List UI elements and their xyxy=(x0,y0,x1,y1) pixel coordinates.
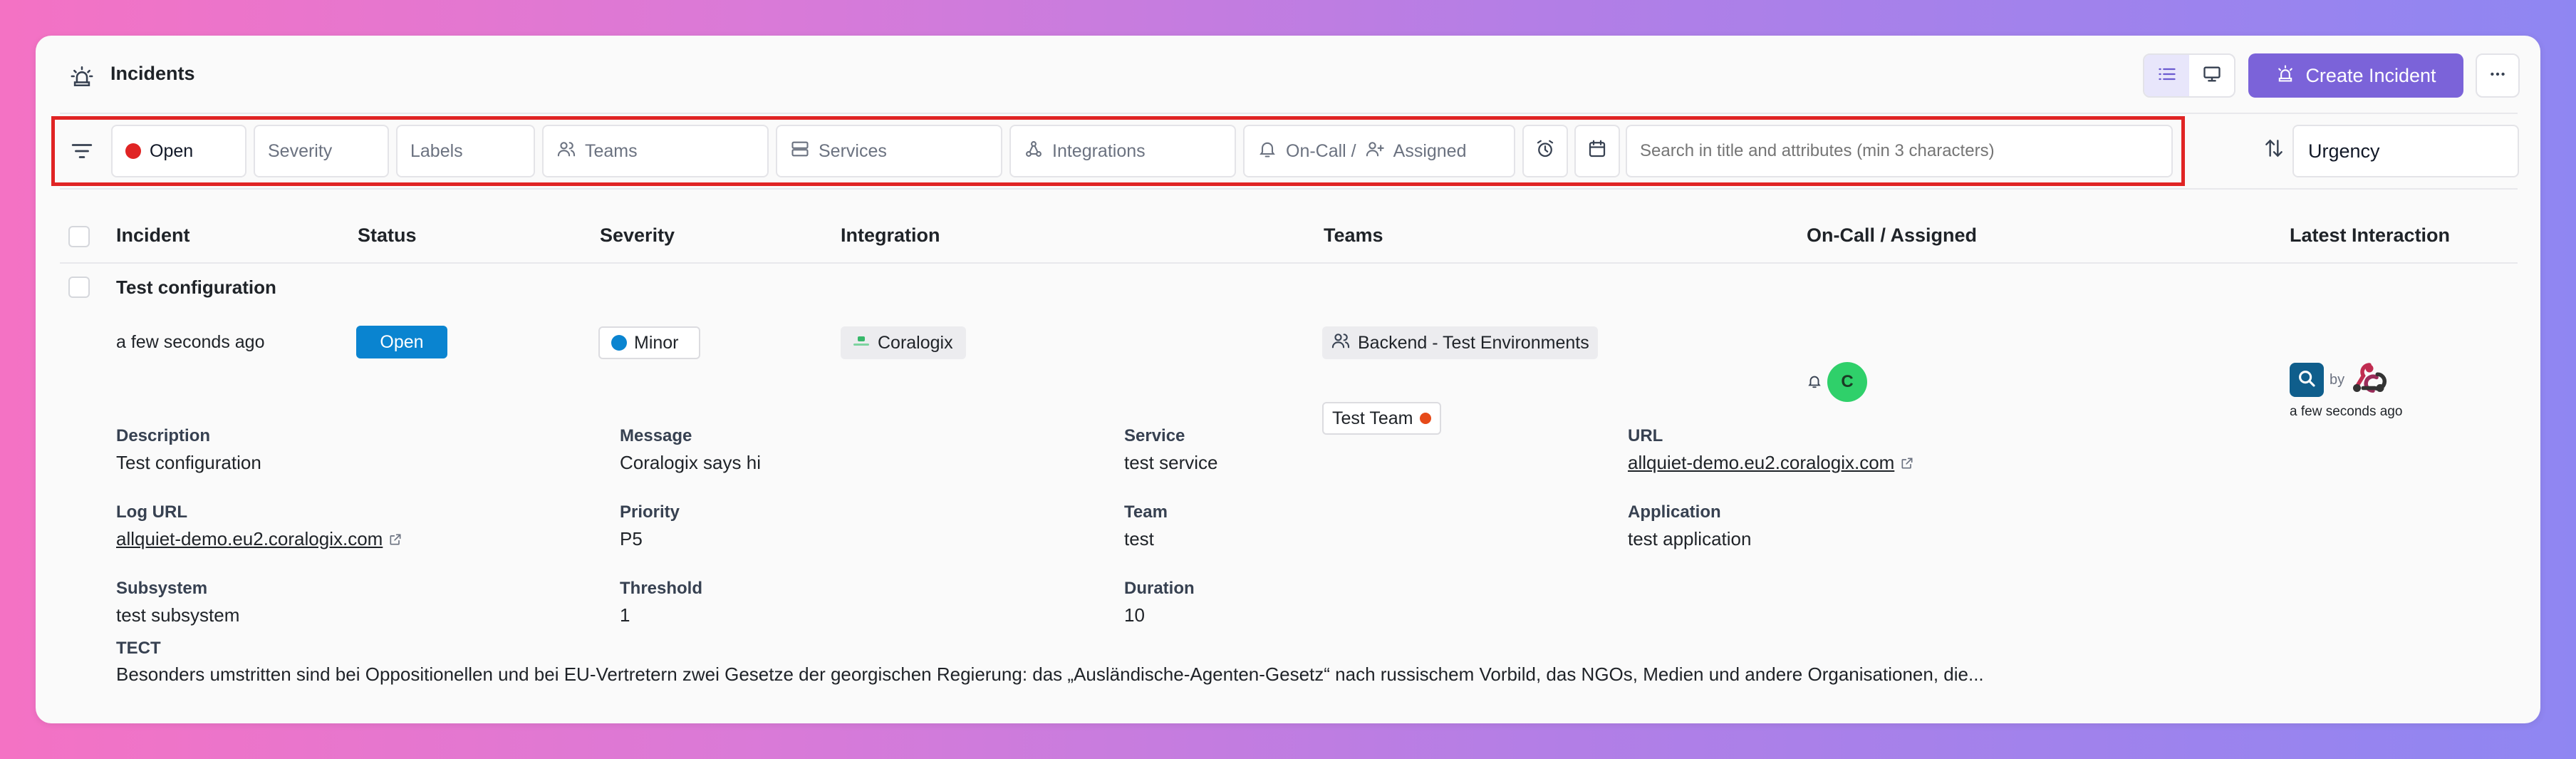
table-header-divider xyxy=(60,262,2518,264)
duration-label: Duration xyxy=(1124,579,1195,598)
col-integration[interactable]: Integration xyxy=(841,224,940,247)
subsystem-value: test subsystem xyxy=(116,604,240,626)
filter-bar-highlight xyxy=(51,116,2185,186)
more-button[interactable] xyxy=(2476,53,2520,98)
col-severity[interactable]: Severity xyxy=(600,224,675,247)
application-label: Application xyxy=(1628,502,1721,522)
header: Incidents Create Incident xyxy=(36,36,2540,114)
list-view-button[interactable] xyxy=(2144,55,2189,96)
search-icon xyxy=(2296,368,2317,393)
page-title: Incidents xyxy=(110,63,195,84)
view-toggle xyxy=(2143,53,2235,98)
teams-icon xyxy=(1331,331,1351,356)
priority-label: Priority xyxy=(620,502,680,522)
subsystem-label: Subsystem xyxy=(116,579,208,598)
priority-value: P5 xyxy=(620,528,643,549)
description-value: Test configuration xyxy=(116,452,261,473)
avatar-initial: C xyxy=(1841,372,1854,391)
service-value: test service xyxy=(1124,452,1218,473)
team-label-test: Test Team xyxy=(1332,408,1413,428)
description-label: Description xyxy=(116,426,211,445)
application-value: test application xyxy=(1628,528,1752,549)
more-icon xyxy=(2488,65,2507,87)
by-label: by xyxy=(2330,372,2345,388)
service-label: Service xyxy=(1124,426,1185,445)
external-link-icon xyxy=(1900,453,1914,475)
url-link[interactable]: allquiet-demo.eu2.coralogix.com xyxy=(1628,452,1894,473)
log-url-link[interactable]: allquiet-demo.eu2.coralogix.com xyxy=(116,528,383,549)
message-label: Message xyxy=(620,426,692,445)
filter-divider xyxy=(60,188,2518,190)
incident-siren-icon xyxy=(70,64,94,88)
sort-select-label: Urgency xyxy=(2308,140,2380,162)
monitor-view-button[interactable] xyxy=(2189,55,2234,96)
col-incident[interactable]: Incident xyxy=(116,224,190,247)
team-label: Team xyxy=(1124,502,1168,522)
url-label: URL xyxy=(1628,426,1663,445)
severity-dot xyxy=(611,335,627,351)
monitor-icon xyxy=(2202,64,2222,88)
interaction-source-button[interactable] xyxy=(2290,363,2324,397)
team-status-dot xyxy=(1420,413,1432,424)
severity-badge-label: Minor xyxy=(634,332,679,353)
create-incident-label: Create Incident xyxy=(2305,64,2436,86)
select-all-checkbox[interactable] xyxy=(68,226,90,247)
log-url-label: Log URL xyxy=(116,502,187,522)
incident-time: a few seconds ago xyxy=(116,332,265,352)
row-checkbox[interactable] xyxy=(68,277,90,298)
team-value: test xyxy=(1124,528,1154,549)
status-badge[interactable]: Open xyxy=(356,326,447,358)
incident-siren-icon xyxy=(2275,63,2295,88)
latest-interaction-time: a few seconds ago xyxy=(2290,404,2403,419)
status-badge-label: Open xyxy=(380,331,424,352)
integration-badge[interactable]: Coralogix xyxy=(841,326,966,359)
external-link-icon xyxy=(388,530,402,552)
tect-value: Besonders umstritten sind bei Opposition… xyxy=(116,664,1984,685)
webhook-icon xyxy=(2348,358,2391,404)
coralogix-icon xyxy=(852,333,871,353)
incident-title[interactable]: Test configuration xyxy=(116,277,276,299)
integration-label: Coralogix xyxy=(878,332,953,353)
avatar[interactable]: C xyxy=(1827,362,1867,402)
list-view-icon xyxy=(2157,64,2177,88)
team-label-backend: Backend - Test Environments xyxy=(1358,332,1589,353)
team-badge-backend[interactable]: Backend - Test Environments xyxy=(1322,326,1598,359)
threshold-label: Threshold xyxy=(620,579,703,598)
duration-value: 10 xyxy=(1124,604,1145,626)
threshold-value: 1 xyxy=(620,604,630,626)
tect-label: TECT xyxy=(116,639,161,658)
header-divider xyxy=(60,113,2518,114)
col-status[interactable]: Status xyxy=(358,224,417,247)
create-incident-button[interactable]: Create Incident xyxy=(2248,53,2463,98)
col-oncall[interactable]: On-Call / Assigned xyxy=(1807,224,1977,247)
sort-select[interactable]: Urgency xyxy=(2292,125,2519,177)
url-link-wrap: allquiet-demo.eu2.coralogix.com xyxy=(1628,452,1914,475)
bell-icon xyxy=(1807,373,1822,393)
team-badge-test[interactable]: Test Team xyxy=(1322,402,1442,435)
col-latest-interaction[interactable]: Latest Interaction xyxy=(2290,224,2450,247)
severity-badge[interactable]: Minor xyxy=(598,326,700,359)
message-value: Coralogix says hi xyxy=(620,452,761,473)
incidents-card: Incidents Create Incident Open Severity … xyxy=(36,36,2540,723)
sort-icon[interactable] xyxy=(2263,137,2285,163)
col-teams[interactable]: Teams xyxy=(1324,224,1383,247)
log-url-wrap: allquiet-demo.eu2.coralogix.com xyxy=(116,528,402,552)
